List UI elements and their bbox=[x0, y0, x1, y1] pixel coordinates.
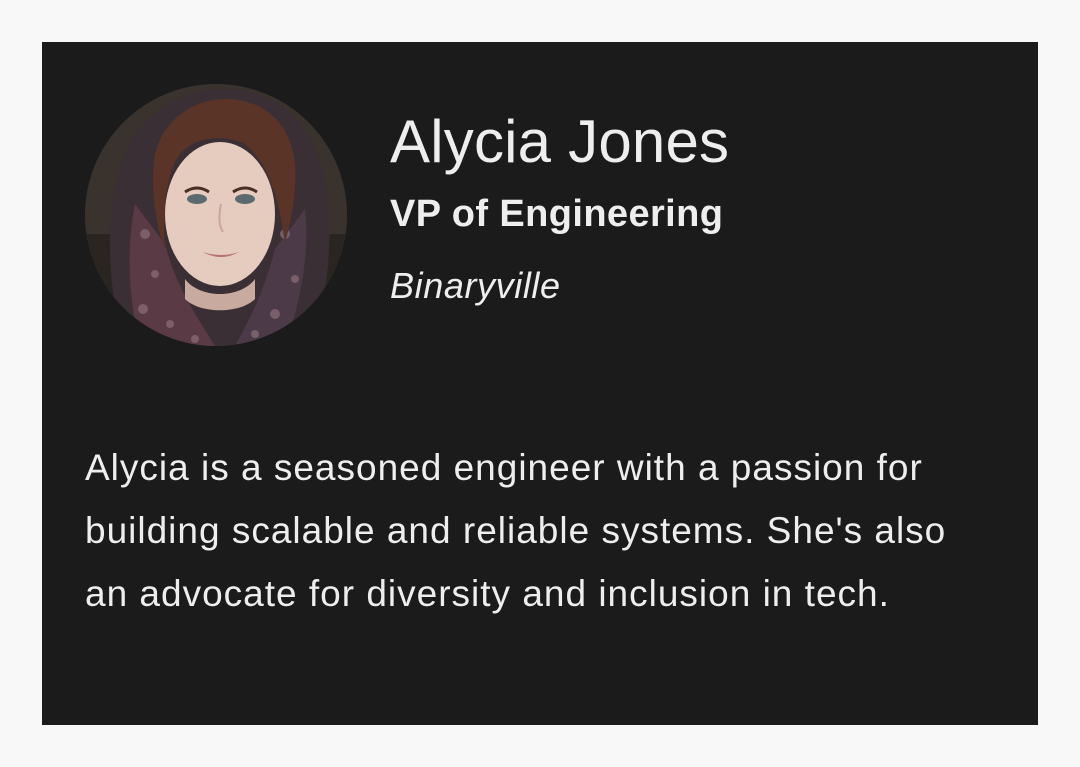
avatar bbox=[85, 84, 347, 346]
profile-card: Alycia Jones VP of Engineering Binaryvil… bbox=[42, 42, 1038, 725]
profile-title: VP of Engineering bbox=[390, 193, 724, 235]
profile-bio: Alycia is a seasoned engineer with a pas… bbox=[85, 447, 947, 614]
avatar-photo bbox=[85, 84, 347, 346]
profile-info: Alycia Jones VP of Engineering Binaryvil… bbox=[390, 106, 729, 308]
profile-company: Binaryville bbox=[390, 265, 561, 306]
profile-name: Alycia Jones bbox=[390, 108, 730, 175]
